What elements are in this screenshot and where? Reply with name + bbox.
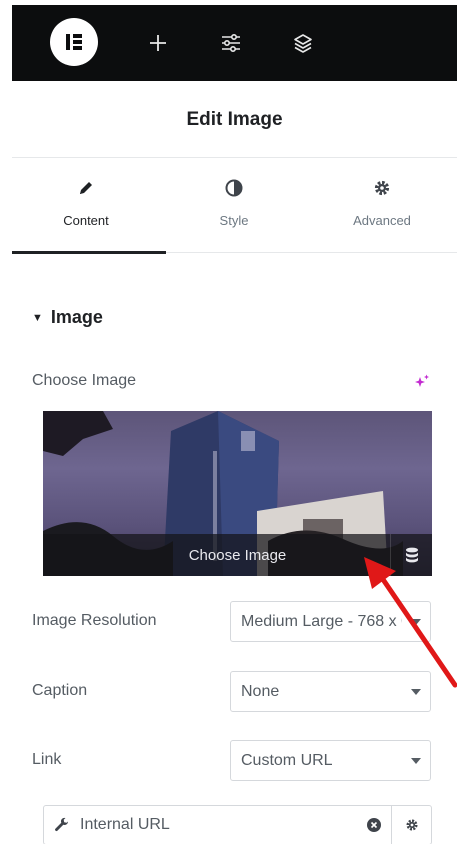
link-label: Link [32, 751, 62, 768]
link-value: Custom URL [241, 751, 333, 769]
section-title: Image [50, 307, 103, 327]
resolution-label: Image Resolution [32, 612, 157, 629]
dropdown-arrow-icon [402, 757, 430, 764]
gear-icon [373, 178, 391, 198]
tab-label: Style [219, 213, 249, 228]
dropdown-arrow-icon [402, 618, 430, 625]
ai-sparkle-icon[interactable] [413, 373, 431, 396]
tab-advanced[interactable]: Advanced [308, 160, 456, 253]
tab-label: Content [63, 213, 109, 228]
clear-url-icon[interactable] [357, 818, 391, 832]
choose-image-button-label: Choose Image [188, 546, 287, 564]
link-options-gear-icon[interactable] [391, 806, 431, 844]
layers-icon[interactable] [287, 27, 319, 59]
link-select[interactable]: Custom URL [230, 740, 431, 781]
half-circle-icon [225, 178, 243, 198]
resolution-select[interactable]: Medium Large - 768 x 0 [230, 601, 431, 642]
url-input[interactable]: Internal URL [43, 805, 432, 844]
url-value: Internal URL [80, 816, 170, 833]
active-tab-indicator [12, 251, 166, 254]
database-icon[interactable] [390, 534, 432, 576]
caret-down-icon: ▼ [32, 311, 43, 324]
dropdown-arrow-icon [402, 688, 430, 695]
resolution-value: Medium Large - 768 x 0 [241, 612, 402, 630]
caption-label: Caption [32, 682, 88, 699]
caption-select[interactable]: None [230, 671, 431, 712]
tab-content[interactable]: Content [12, 160, 160, 253]
panel-tabs: Content Style Advanced [12, 160, 457, 254]
choose-image-bar[interactable]: Choose Image [43, 534, 432, 576]
choose-image-label: Choose Image [32, 372, 137, 389]
panel-title: Edit Image [186, 108, 283, 130]
tab-label: Advanced [353, 213, 411, 228]
wrench-icon [44, 817, 80, 833]
section-toggle-image[interactable]: ▼ Image [32, 307, 103, 328]
plus-icon[interactable] [142, 27, 174, 59]
caption-value: None [241, 682, 280, 700]
panel-header: Edit Image [12, 82, 457, 158]
tab-style[interactable]: Style [160, 160, 308, 253]
sliders-icon[interactable] [215, 27, 247, 59]
pencil-icon [78, 178, 94, 198]
image-preview[interactable]: Choose Image [43, 411, 432, 576]
editor-topbar [12, 5, 457, 81]
elementor-logo-icon[interactable] [50, 18, 98, 66]
